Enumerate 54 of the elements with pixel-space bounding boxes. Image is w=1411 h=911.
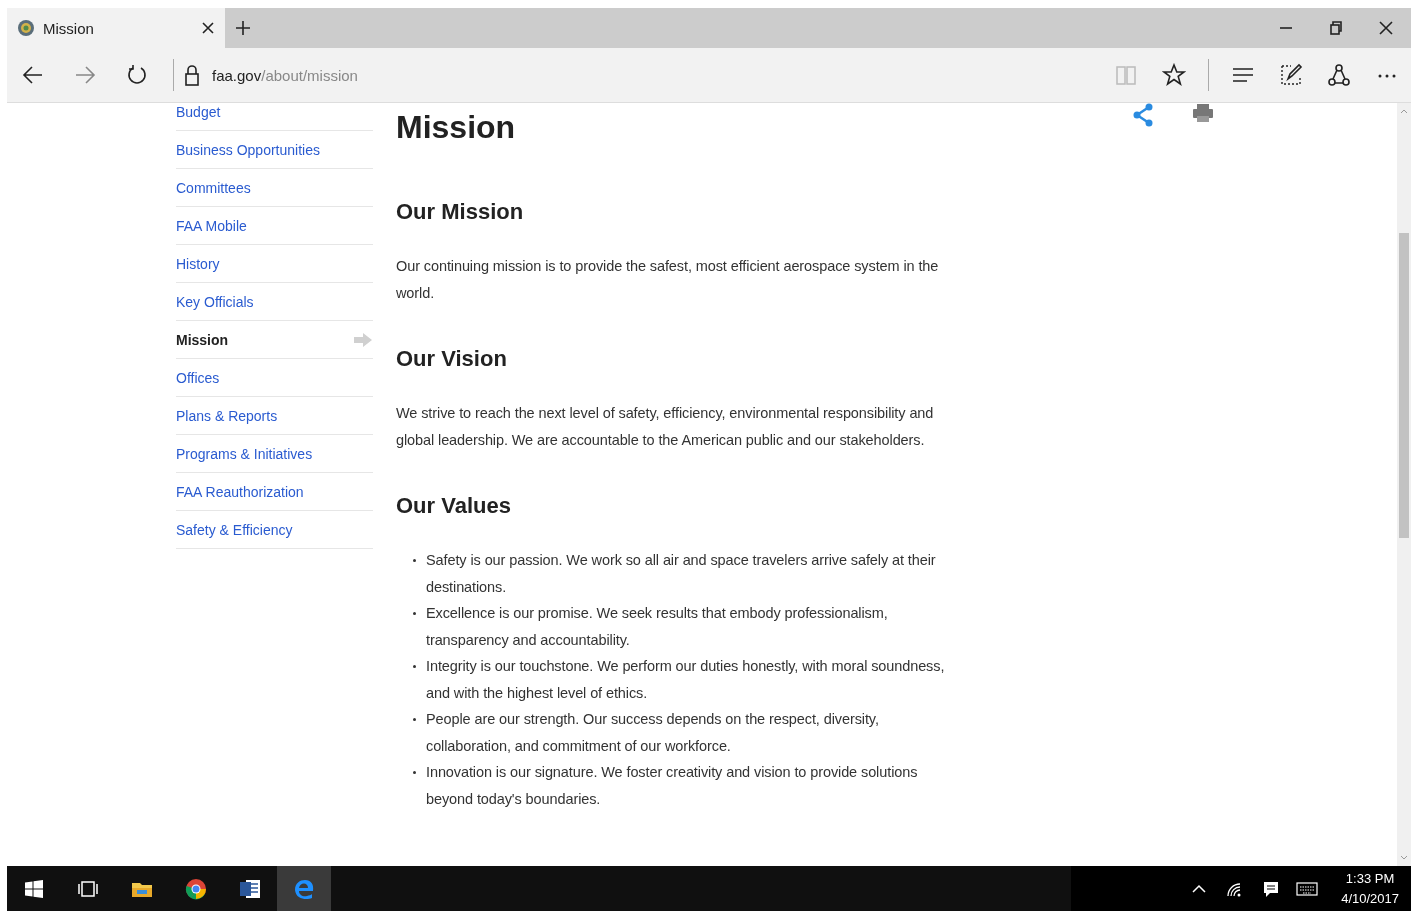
scrollbar[interactable] (1397, 103, 1411, 866)
windows-start-icon[interactable] (25, 879, 43, 898)
sidebar-link[interactable]: Business Opportunities (176, 131, 373, 169)
restore-icon[interactable] (1328, 20, 1344, 36)
section-heading: Our Values (396, 493, 512, 519)
sidebar-link[interactable]: Budget (176, 103, 373, 131)
clock-date: 4/10/2017 (1341, 889, 1399, 908)
list-item: Safety is our passion. We work so all air and space travelers arrive safely at their destinations. (426, 551, 937, 597)
seal-icon (17, 19, 35, 37)
address-field[interactable]: faa.gov/about/mission (212, 66, 358, 84)
tab-title: Mission (43, 19, 95, 37)
arrow-icon (353, 331, 373, 348)
share-icon[interactable] (1327, 63, 1351, 87)
paragraph: We strive to reach the next level of safety, efficiency, environmental responsibility and global leadership. We are accountable to the American public and our stakeholders. (396, 404, 935, 450)
pen-icon[interactable] (1279, 63, 1303, 87)
sidebar-link[interactable]: Committees (176, 169, 373, 207)
close-icon[interactable] (201, 21, 215, 35)
sidebar-link[interactable]: Key Officials (176, 283, 373, 321)
section-heading: Our Mission (396, 199, 525, 225)
sidebar-link[interactable]: FAA Reauthorization (176, 473, 373, 511)
back-icon[interactable] (22, 64, 44, 86)
sidebar-link[interactable]: Safety & Efficiency (176, 511, 373, 549)
sidebar-link[interactable]: Mission (176, 321, 373, 359)
list-item: Integrity is our touchstone. We perform our duties honestly, with moral soundness, and with the highest level of ethics. (426, 657, 946, 703)
scrollbar-thumb[interactable] (1399, 233, 1409, 538)
plus-icon[interactable] (235, 20, 251, 36)
keyboard-icon[interactable] (1296, 879, 1319, 898)
list-item: Excellence is our promise. We seek results that embody professionalism, transparency and accountability. (426, 604, 889, 650)
list-item: Innovation is our signature. We foster creativity and vision to provide solutions beyond today's boundaries. (426, 763, 919, 809)
bullet-icon (413, 718, 416, 721)
browser-icon (293, 877, 315, 900)
paragraph: Our continuing mission is to provide the safest, most efficient aerospace system in the world. (396, 257, 940, 303)
print-icon[interactable] (1192, 103, 1214, 123)
clock-time: 1:33 PM (1345, 869, 1395, 888)
refresh-icon[interactable] (126, 64, 148, 86)
sidebar-link[interactable]: Offices (176, 359, 373, 397)
close-icon[interactable] (1378, 20, 1394, 36)
forward-icon[interactable] (74, 64, 96, 86)
sidebar-link[interactable]: History (176, 245, 373, 283)
bullet-icon (413, 559, 416, 562)
bullet-icon (413, 771, 416, 774)
browser-icon (185, 877, 207, 900)
page-title: Mission (396, 108, 516, 146)
star-icon[interactable] (1162, 63, 1186, 87)
list-item: People are our strength. Our success depends on the respect, diversity, collaboration, and commitment of our workforce. (426, 710, 880, 756)
bullet-icon (413, 665, 416, 668)
bullet-icon (413, 612, 416, 615)
sidebar-link[interactable]: Plans & Reports (176, 397, 373, 435)
sidebar-link[interactable]: FAA Mobile (176, 207, 373, 245)
sidebar-link[interactable]: Programs & Initiatives (176, 435, 373, 473)
lock-icon (184, 64, 200, 86)
browser-tab[interactable]: Mission (7, 8, 225, 48)
document-icon (239, 877, 261, 900)
section-heading: Our Vision (396, 346, 508, 372)
